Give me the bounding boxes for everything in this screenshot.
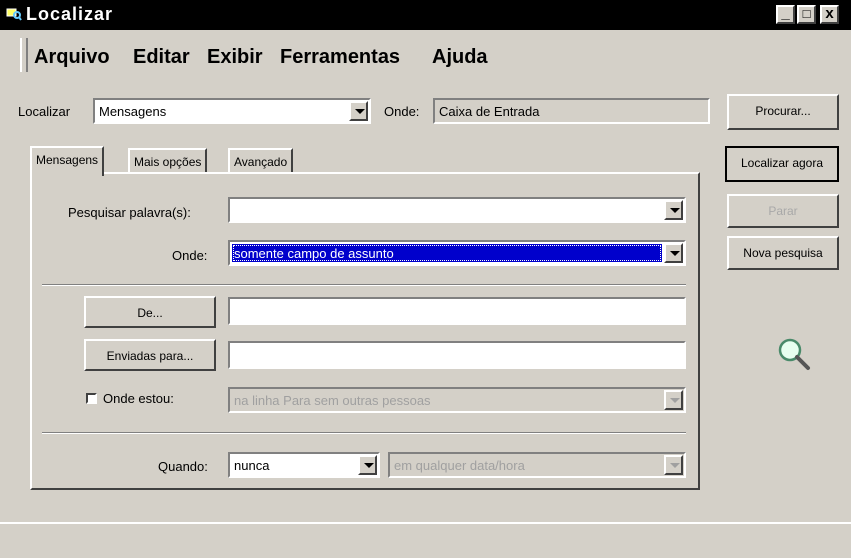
onde-estou-checkbox[interactable] (86, 393, 97, 404)
menu-arquivo[interactable]: Arquivo (34, 46, 110, 69)
chevron-down-icon[interactable] (358, 455, 377, 475)
nova-pesquisa-button[interactable]: Nova pesquisa (727, 236, 839, 270)
tab-mensagens-label: Mensagens (36, 153, 99, 167)
localizar-agora-button[interactable]: Localizar agora (725, 146, 839, 182)
de-button-label: De... (137, 306, 163, 320)
onde-location-field: Caixa de Entrada (433, 98, 710, 124)
pesquisar-label: Pesquisar palavra(s): (68, 205, 191, 220)
onde-estou-value: na linha Para sem outras pessoas (234, 393, 431, 408)
chevron-down-icon[interactable] (664, 200, 683, 220)
onde-campo-label: Onde: (172, 248, 208, 263)
enviadas-para-input[interactable] (228, 341, 686, 369)
chevron-down-icon[interactable] (349, 101, 368, 121)
onde-estou-select: na linha Para sem outras pessoas (228, 387, 686, 413)
chevron-down-icon (664, 390, 683, 410)
menu-ferramentas[interactable]: Ferramentas (280, 46, 400, 69)
magnifier-icon (778, 338, 810, 370)
window-title: Localizar (26, 4, 114, 24)
tab-mais-opcoes[interactable]: Mais opções (128, 148, 208, 174)
de-input[interactable] (228, 297, 686, 325)
title-bar: Localizar _ □ x (0, 0, 851, 30)
localizar-select[interactable]: Mensagens (93, 98, 371, 124)
onde-campo-select[interactable]: somente campo de assunto (228, 240, 686, 266)
onde-label: Onde: (384, 104, 420, 119)
de-button[interactable]: De... (84, 296, 216, 328)
close-button[interactable]: x (820, 5, 839, 24)
minimize-button[interactable]: _ (776, 5, 795, 24)
tab-mais-opcoes-label: Mais opções (134, 155, 202, 169)
onde-campo-value: somente campo de assunto (234, 246, 394, 261)
quando-select[interactable]: nunca (228, 452, 380, 478)
status-bar (0, 522, 851, 558)
separator (42, 284, 686, 286)
menu-editar[interactable]: Editar (133, 46, 190, 69)
tab-mensagens[interactable]: Mensagens (30, 146, 105, 176)
chevron-down-icon[interactable] (664, 243, 683, 263)
find-app-icon (6, 8, 22, 21)
parar-button[interactable]: Parar (727, 194, 839, 228)
nova-pesquisa-label: Nova pesquisa (743, 246, 823, 260)
menu-bar: Arquivo Editar Exibir Ferramentas Ajuda (0, 30, 851, 80)
enviadas-para-label: Enviadas para... (106, 349, 194, 363)
tab-avancado[interactable]: Avançado (228, 148, 294, 174)
tab-avancado-label: Avançado (234, 155, 288, 169)
chevron-down-icon (664, 455, 683, 475)
data-hora-select: em qualquer data/hora (388, 452, 686, 478)
onde-location-value: Caixa de Entrada (439, 104, 540, 119)
separator (42, 432, 686, 434)
procurar-button-label: Procurar... (755, 104, 811, 118)
onde-estou-label: Onde estou: (103, 391, 174, 406)
localizar-agora-label: Localizar agora (740, 156, 824, 170)
menu-ajuda[interactable]: Ajuda (432, 46, 488, 69)
enviadas-para-button[interactable]: Enviadas para... (84, 339, 216, 371)
quando-label: Quando: (158, 459, 208, 474)
localizar-label: Localizar (18, 104, 71, 119)
localizar-select-value: Mensagens (99, 104, 167, 119)
quando-value: nunca (234, 458, 270, 473)
data-hora-value: em qualquer data/hora (394, 458, 525, 473)
procurar-button[interactable]: Procurar... (727, 94, 839, 130)
pesquisar-input[interactable] (228, 197, 686, 223)
menu-exibir[interactable]: Exibir (207, 46, 263, 69)
menu-grip (20, 38, 28, 72)
maximize-button[interactable]: □ (797, 5, 816, 24)
parar-label: Parar (768, 204, 798, 218)
